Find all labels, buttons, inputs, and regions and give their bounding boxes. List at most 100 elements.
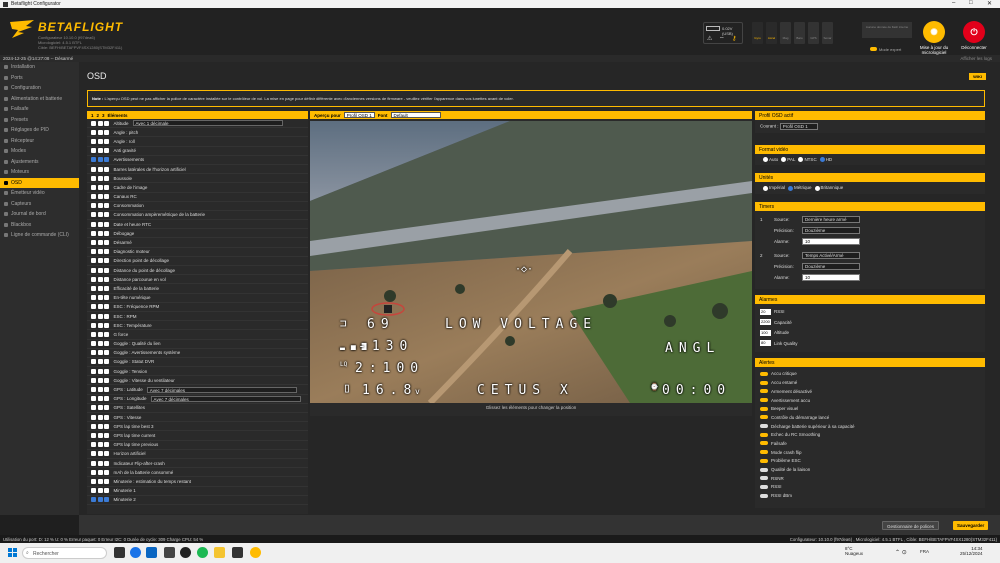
osd-voltage-value[interactable]: 16.8: [362, 383, 417, 398]
profile-2-checkbox[interactable]: [97, 423, 103, 429]
font-manager-button[interactable]: Gestionnaire de polices: [882, 521, 940, 530]
osd-link-quality[interactable]: 2:100: [355, 361, 424, 376]
profile-2-checkbox[interactable]: [97, 341, 103, 347]
profile-1-checkbox[interactable]: [91, 304, 96, 310]
profile-3-checkbox[interactable]: [104, 497, 109, 503]
sidebar-item-15[interactable]: Blackbox: [0, 220, 79, 231]
profile-2-checkbox[interactable]: [97, 478, 103, 484]
flash-firmware-button[interactable]: ✺ Mise à jour du micrologiciel: [914, 21, 954, 55]
profile-3-checkbox[interactable]: [104, 166, 109, 172]
profile-2-checkbox[interactable]: [97, 377, 103, 383]
profile-2-checkbox[interactable]: [97, 148, 103, 154]
sidebar-item-1[interactable]: Ports: [0, 73, 79, 84]
profile-1-checkbox[interactable]: [91, 451, 96, 457]
sidebar-item-2[interactable]: Configuration: [0, 83, 79, 94]
alert-toggle[interactable]: [760, 476, 768, 481]
chrome-icon[interactable]: [130, 547, 141, 558]
profile-1-checkbox[interactable]: [91, 387, 96, 393]
profile-3-checkbox[interactable]: [104, 396, 109, 402]
language-indicator[interactable]: FRA: [920, 549, 929, 554]
timer-source-select[interactable]: Temps Activé/Armé: [802, 251, 860, 259]
profile-1-checkbox[interactable]: [91, 497, 96, 503]
profile-3-checkbox[interactable]: [104, 368, 109, 374]
profile-2-checkbox[interactable]: [97, 184, 103, 190]
alarm-value-input[interactable]: 2200: [760, 319, 771, 326]
sidebar-item-4[interactable]: Failsafe: [0, 104, 79, 115]
sidebar-item-8[interactable]: Modes: [0, 146, 79, 157]
profile-2-checkbox[interactable]: [97, 331, 103, 337]
profile-2-checkbox[interactable]: [97, 405, 103, 411]
sidebar-item-10[interactable]: Moteurs: [0, 167, 79, 178]
alert-toggle[interactable]: [760, 424, 768, 429]
profile-2-checkbox[interactable]: [97, 469, 103, 475]
expert-mode-toggle[interactable]: Mode expert: [870, 47, 901, 52]
video-format-radio[interactable]: [781, 157, 787, 163]
taskbar-search[interactable]: ⌕ Rechercher: [22, 547, 107, 559]
profile-1-checkbox[interactable]: [91, 313, 96, 319]
sidebar-item-5[interactable]: Presets: [0, 115, 79, 126]
profile-2-checkbox[interactable]: [97, 175, 103, 181]
edge-icon[interactable]: [146, 547, 157, 558]
profile-2-checkbox[interactable]: [97, 194, 103, 200]
profile-2-checkbox[interactable]: [97, 322, 103, 328]
profile-3-checkbox[interactable]: [104, 442, 109, 448]
profile-3-checkbox[interactable]: [104, 129, 109, 135]
osd-lq-icon[interactable]: LQ: [340, 361, 347, 368]
alert-toggle[interactable]: [760, 467, 768, 472]
profile-2-checkbox[interactable]: [97, 212, 103, 218]
profile-1-checkbox[interactable]: [91, 267, 96, 273]
show-logs-link[interactable]: Afficher les logs: [960, 56, 992, 61]
profile-3-checkbox[interactable]: [104, 313, 109, 319]
profile-2-checkbox[interactable]: [97, 460, 103, 466]
video-format-radio[interactable]: [798, 157, 804, 163]
profile-3-checkbox[interactable]: [104, 203, 109, 209]
profile-1-checkbox[interactable]: [91, 405, 96, 411]
profile-1-checkbox[interactable]: [91, 129, 96, 135]
profile-1-checkbox[interactable]: [91, 276, 96, 282]
profile-1-checkbox[interactable]: [91, 184, 96, 190]
task-view-icon[interactable]: [114, 547, 125, 558]
profile-1-checkbox[interactable]: [91, 166, 96, 172]
alert-toggle[interactable]: [760, 450, 768, 455]
disconnect-button[interactable]: ⏻ Déconnecter: [954, 21, 994, 50]
sidebar-item-12[interactable]: Émetteur vidéo: [0, 188, 79, 199]
timer-source-select[interactable]: Dernière heure armé: [802, 215, 860, 223]
profile-2-checkbox[interactable]: [97, 129, 103, 135]
sidebar-item-7[interactable]: Récepteur: [0, 136, 79, 147]
clock[interactable]: 14:34 25/12/2024: [960, 546, 983, 556]
sidebar-item-16[interactable]: Ligne de commande (CLI): [0, 230, 79, 241]
timer-alarm-input[interactable]: 10: [802, 237, 860, 245]
crosshair-icon[interactable]: ·◇·: [515, 264, 533, 275]
profile-2-checkbox[interactable]: [97, 313, 103, 319]
units-radio[interactable]: [788, 185, 794, 191]
profile-3-checkbox[interactable]: [104, 276, 109, 282]
alert-toggle[interactable]: [760, 484, 768, 489]
profile-1-checkbox[interactable]: [91, 285, 96, 291]
units-radio[interactable]: [763, 185, 768, 191]
profile-2-checkbox[interactable]: [97, 240, 103, 246]
alert-toggle[interactable]: [760, 458, 768, 463]
alert-toggle[interactable]: [760, 371, 768, 376]
profile-2-checkbox[interactable]: [97, 396, 103, 402]
profile-3-checkbox[interactable]: [104, 157, 109, 163]
save-button[interactable]: Sauvegarder: [953, 521, 989, 530]
profile-1-checkbox[interactable]: [91, 460, 96, 466]
profile-2-checkbox[interactable]: [97, 350, 103, 356]
profile-1-checkbox[interactable]: [91, 442, 96, 448]
timer-precision-select[interactable]: Douzième: [802, 262, 860, 270]
alarm-value-input[interactable]: 20: [760, 308, 771, 315]
osd-element-variant-select[interactable]: Avec 7 décimales: [146, 386, 297, 393]
minimize-icon[interactable]: –: [952, 0, 955, 6]
osd-element-variant-select[interactable]: Avec 7 décimales: [150, 395, 301, 402]
font-select[interactable]: Default: [390, 112, 441, 118]
profile-2-checkbox[interactable]: [97, 414, 103, 420]
profile-3-checkbox[interactable]: [104, 267, 109, 273]
profile-1-checkbox[interactable]: [91, 377, 96, 383]
profile-1-checkbox[interactable]: [91, 212, 96, 218]
profile-3-checkbox[interactable]: [104, 478, 109, 484]
preview-profile-select[interactable]: Profil OSD 1: [343, 112, 375, 118]
profile-2-checkbox[interactable]: [97, 359, 103, 365]
sidebar-item-9[interactable]: Ajustements: [0, 157, 79, 168]
profile-2-checkbox[interactable]: [97, 276, 103, 282]
profile-3-checkbox[interactable]: [104, 138, 109, 144]
